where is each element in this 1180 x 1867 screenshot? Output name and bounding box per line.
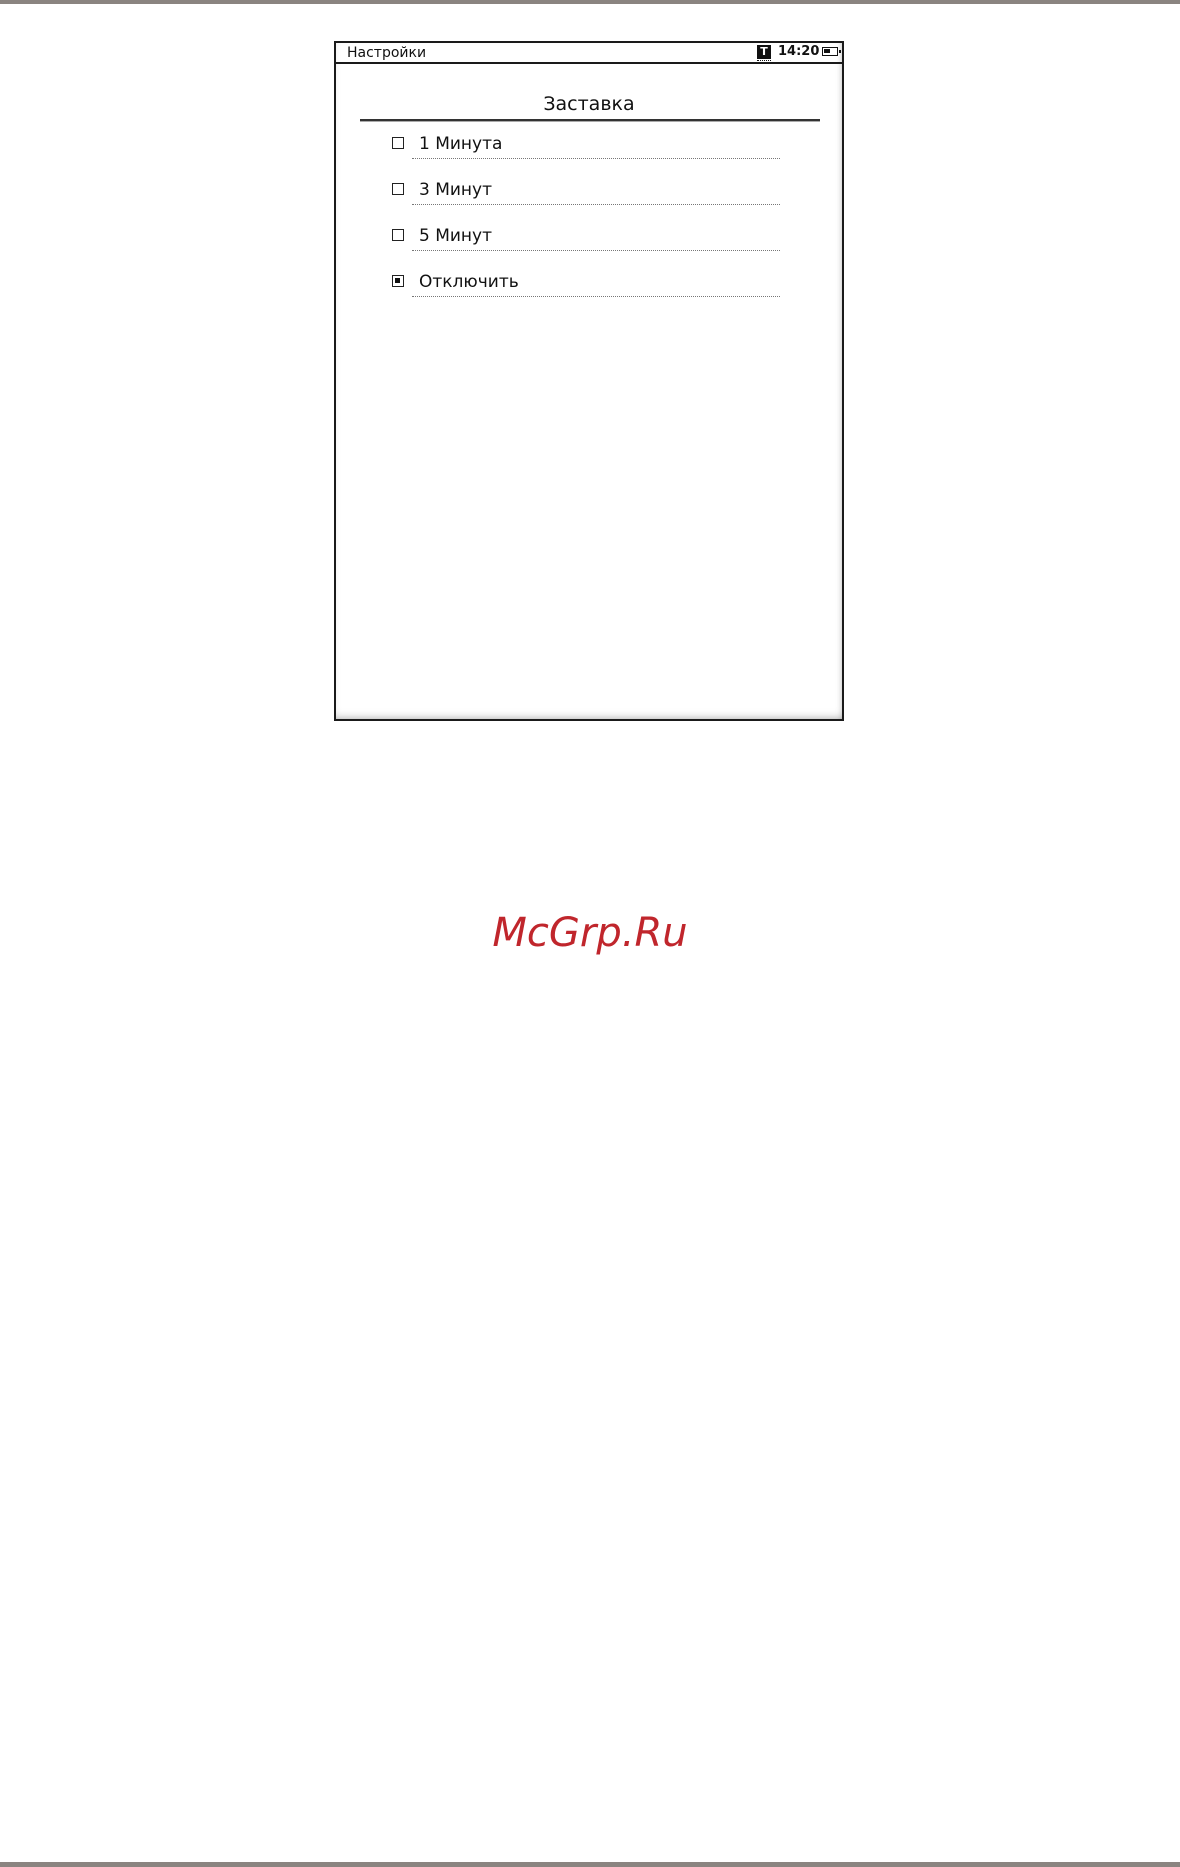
status-title: Настройки xyxy=(347,45,427,61)
page-bottom-border xyxy=(0,1862,1180,1867)
text-mode-icon: T xyxy=(757,45,771,59)
option-label: 3 Минут xyxy=(419,180,493,200)
checkbox-1-minute[interactable] xyxy=(392,137,404,149)
option-label: 1 Минута xyxy=(419,134,503,154)
watermark-logo: McGrp.Ru xyxy=(492,910,688,956)
battery-level xyxy=(824,49,830,53)
option-divider xyxy=(412,204,780,205)
option-label: 5 Минут xyxy=(419,226,493,246)
title-divider xyxy=(360,119,820,121)
page-top-border xyxy=(0,0,1180,4)
option-label: Отключить xyxy=(419,272,519,292)
checkbox-3-minutes[interactable] xyxy=(392,183,404,195)
battery-tip xyxy=(839,50,841,53)
status-bar: Настройки T 14:20 xyxy=(336,43,842,64)
option-3-minutes[interactable]: 3 Минут xyxy=(336,177,842,217)
option-divider xyxy=(412,250,780,251)
option-1-minute[interactable]: 1 Минута xyxy=(336,131,842,171)
checkbox-disable[interactable] xyxy=(392,275,404,287)
option-divider xyxy=(412,158,780,159)
option-divider xyxy=(412,296,780,297)
option-disable[interactable]: Отключить xyxy=(336,269,842,309)
option-5-minutes[interactable]: 5 Минут xyxy=(336,223,842,263)
screen-title: Заставка xyxy=(543,93,635,115)
checkbox-5-minutes[interactable] xyxy=(392,229,404,241)
battery-low-icon xyxy=(822,47,841,56)
ereader-screen: Настройки T 14:20 Заставка 1 Минута 3 Ми… xyxy=(334,41,844,721)
text-mode-icon-underline xyxy=(757,60,771,63)
clock: 14:20 xyxy=(778,44,820,59)
